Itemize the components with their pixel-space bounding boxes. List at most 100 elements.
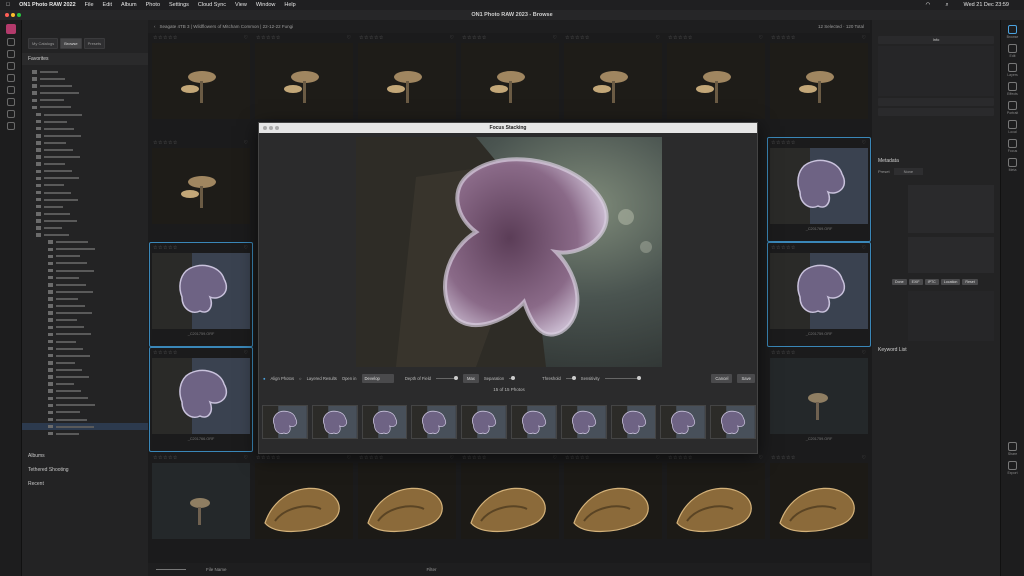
menu-file[interactable]: File [85, 2, 94, 8]
photo-thumbnail[interactable]: ☆☆☆☆☆ ♡ [562, 33, 664, 136]
photo-thumbnail[interactable]: ☆☆☆☆☆ ♡ _C201759.ORF [767, 242, 871, 347]
photo-thumbnail[interactable]: ☆☆☆☆☆ ♡ [768, 33, 870, 136]
metadata-reset-button[interactable]: Reset [962, 279, 978, 285]
photo-thumbnail[interactable]: ☆☆☆☆☆ ♡ _C201759.ORF [149, 242, 253, 347]
keywords-field[interactable] [908, 237, 994, 273]
star-rating[interactable]: ☆☆☆☆☆ [565, 455, 590, 461]
folder-tree-item[interactable] [22, 160, 148, 167]
folder-tree-item[interactable] [22, 323, 148, 330]
apple-icon[interactable]:  [6, 2, 10, 8]
metadata-done-button[interactable]: Done [892, 279, 907, 285]
tab-presets[interactable]: Presets [83, 38, 106, 49]
folder-tree-item[interactable] [22, 118, 148, 125]
folder-tree-item[interactable] [22, 416, 148, 423]
stack-source-thumbnail[interactable] [710, 405, 756, 439]
cloud-icon[interactable] [6, 74, 15, 82]
folder-tree-item[interactable] [22, 380, 148, 387]
photo-thumbnail[interactable]: ☆☆☆☆☆ ♡ [356, 453, 458, 556]
favorites-header[interactable]: Favorites [22, 53, 148, 65]
photo-thumbnail[interactable]: ☆☆☆☆☆ ♡ _C201769.ORF [767, 137, 871, 242]
star-rating[interactable]: ☆☆☆☆☆ [153, 140, 178, 146]
folder-tree-item[interactable] [22, 111, 148, 118]
metadata-header[interactable]: Metadata [872, 154, 1000, 168]
metadata-exif-button[interactable]: EXIF [908, 279, 923, 285]
open-in-select[interactable]: Develop [361, 373, 394, 383]
albums-header[interactable]: Albums [22, 449, 148, 463]
star-rating[interactable]: ☆☆☆☆☆ [359, 455, 384, 461]
photo-thumbnail[interactable]: ☆☆☆☆☆ ♡ [356, 33, 458, 136]
menu-photo[interactable]: Photo [146, 2, 160, 8]
sensitivity-slider[interactable] [604, 375, 641, 380]
tab-my-catalogs[interactable]: My Catalogs [28, 38, 59, 49]
photo-thumbnail[interactable]: ☆☆☆☆☆ ♡ [150, 33, 252, 136]
menu-window[interactable]: Window [256, 2, 276, 8]
folder-tree-item[interactable] [22, 422, 148, 430]
clock-icon[interactable] [6, 98, 15, 106]
folder-tree-item[interactable] [22, 352, 148, 359]
photo-thumbnail[interactable]: ☆☆☆☆☆ ♡ [768, 453, 870, 556]
keyword-list-header[interactable]: Keyword List [872, 343, 1000, 357]
like-heart-icon[interactable]: ♡ [553, 455, 557, 461]
folder-tree-item[interactable] [22, 238, 148, 245]
folder-icon[interactable] [6, 38, 15, 46]
folder-tree-item[interactable] [22, 252, 148, 259]
photo-thumbnail[interactable]: ☆☆☆☆☆ ♡ [150, 453, 252, 556]
depth-of-field-slider[interactable] [435, 375, 458, 380]
folder-tree-item[interactable] [22, 146, 148, 153]
star-rating[interactable]: ☆☆☆☆☆ [153, 350, 178, 356]
tab-browse[interactable]: Browse [60, 38, 82, 49]
like-heart-icon[interactable]: ♡ [450, 35, 454, 41]
save-button[interactable]: Save [737, 373, 755, 383]
align-photos-radio[interactable]: ● [263, 376, 266, 381]
like-heart-icon[interactable]: ♡ [244, 245, 248, 251]
star-rating[interactable]: ☆☆☆☆☆ [153, 245, 178, 251]
menu-view[interactable]: View [235, 2, 247, 8]
photo-thumbnail[interactable]: ☆☆☆☆☆ ♡ [459, 33, 561, 136]
disk-icon[interactable] [6, 50, 15, 58]
star-rating[interactable]: ☆☆☆☆☆ [153, 35, 178, 41]
folder-tree-item[interactable] [22, 267, 148, 274]
like-heart-icon[interactable]: ♡ [244, 35, 248, 41]
info-tab[interactable]: Info [878, 36, 994, 44]
folder-tree-item[interactable] [22, 401, 148, 408]
like-heart-icon[interactable]: ♡ [347, 35, 351, 41]
stack-source-thumbnail[interactable] [560, 405, 607, 439]
photo-thumbnail[interactable]: ☆☆☆☆☆ ♡ [253, 33, 355, 136]
photo-thumbnail[interactable]: ☆☆☆☆☆ ♡ [665, 33, 767, 136]
star-rating[interactable]: ☆☆☆☆☆ [153, 455, 178, 461]
star-rating[interactable]: ☆☆☆☆☆ [771, 350, 796, 356]
folder-tree-item[interactable] [22, 174, 148, 181]
stack-source-thumbnail[interactable] [361, 405, 408, 439]
module-effects[interactable]: Effects [1001, 82, 1024, 96]
folder-tree-item[interactable] [22, 231, 148, 238]
like-heart-icon[interactable]: ♡ [347, 455, 351, 461]
folder-tree-item[interactable] [22, 260, 148, 267]
folder-tree-item[interactable] [22, 203, 148, 210]
menu-help[interactable]: Help [284, 2, 295, 8]
folder-tree-item[interactable] [22, 82, 148, 89]
folder-tree-item[interactable] [22, 189, 148, 196]
menu-cloud-sync[interactable]: Cloud Sync [198, 2, 226, 8]
dialog-zoom-button[interactable] [275, 126, 279, 130]
stack-source-thumbnail[interactable] [510, 405, 557, 439]
folder-tree-item[interactable] [22, 288, 148, 295]
dialog-minimize-button[interactable] [269, 126, 273, 130]
module-share[interactable]: Share [1001, 442, 1024, 456]
folder-tree-item[interactable] [22, 394, 148, 401]
like-heart-icon[interactable]: ♡ [244, 350, 248, 356]
stack-source-thumbnail[interactable] [610, 405, 657, 439]
menu-edit[interactable]: Edit [103, 2, 112, 8]
location-fields[interactable] [908, 291, 994, 341]
folder-tree-item[interactable] [22, 309, 148, 316]
like-heart-icon[interactable]: ♡ [862, 35, 866, 41]
photo-thumbnail[interactable]: ☆☆☆☆☆ ♡ [459, 453, 561, 556]
folder-tree-item[interactable] [22, 295, 148, 302]
stack-source-thumbnail[interactable] [461, 405, 507, 439]
folder-tree-item[interactable] [22, 96, 148, 103]
folder-tree-item[interactable] [22, 224, 148, 231]
like-heart-icon[interactable]: ♡ [553, 35, 557, 41]
thumbnail-size-slider[interactable] [156, 569, 186, 570]
like-heart-icon[interactable]: ♡ [862, 140, 866, 146]
close-window-button[interactable] [5, 13, 9, 17]
stack-source-thumbnail[interactable] [411, 405, 458, 439]
